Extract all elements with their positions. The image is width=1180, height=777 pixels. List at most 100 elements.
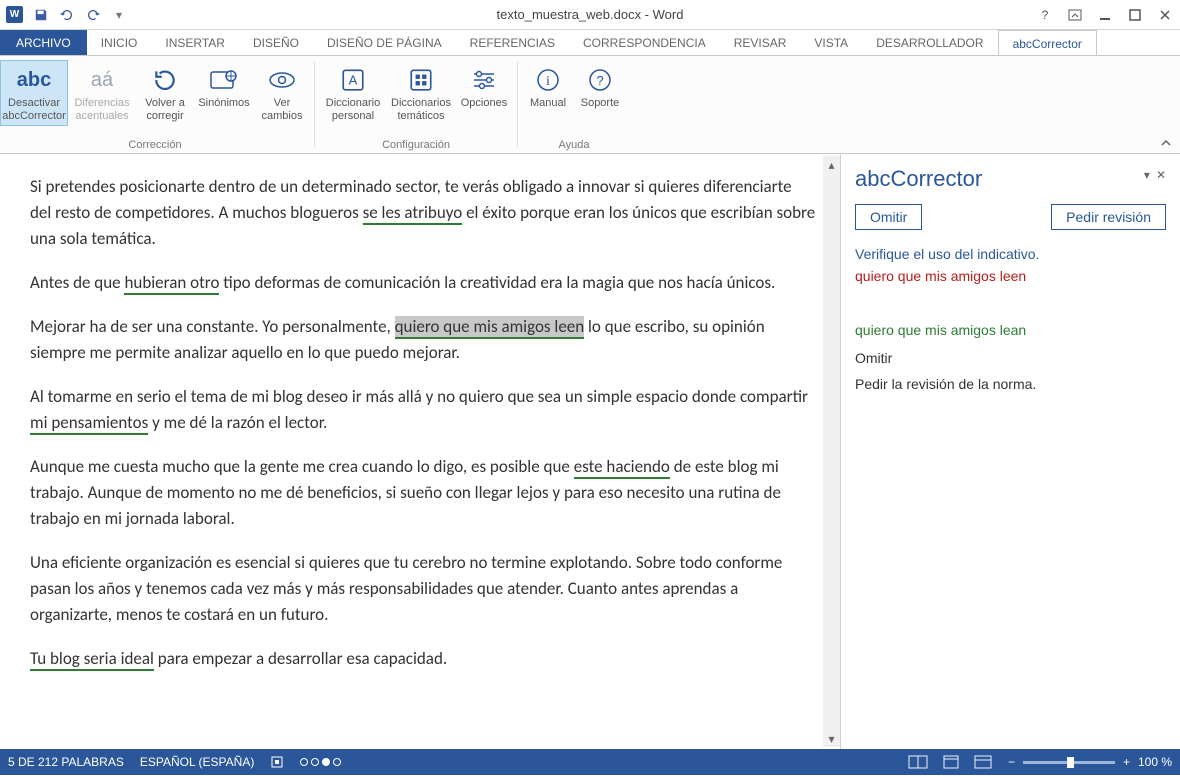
refresh-icon xyxy=(152,63,178,97)
word-app-icon: W xyxy=(6,6,23,23)
ribbon: abc Desactivar abcCorrector aá Diferenci… xyxy=(0,55,1180,154)
tab-abccorrector[interactable]: abcCorrector xyxy=(998,30,1097,56)
language-status[interactable]: ESPAÑOL (ESPAÑA) xyxy=(140,755,254,769)
svg-text:A: A xyxy=(349,72,358,87)
error-4[interactable]: mi pensamientos xyxy=(30,412,148,435)
window-title: texto_muestra_web.docx - Word xyxy=(0,7,1180,22)
abc-icon: abc xyxy=(17,63,51,97)
book-a-icon: A xyxy=(340,63,366,97)
rule-review-option[interactable]: Pedir la revisión de la norma. xyxy=(855,376,1166,392)
group-label-correccion: Corrección xyxy=(128,139,181,153)
page-dots[interactable] xyxy=(300,758,341,766)
document-pane[interactable]: Si pretendes posicionarte dentro de un d… xyxy=(0,154,840,749)
tab-diseno-pagina[interactable]: DISEÑO DE PÁGINA xyxy=(313,30,456,55)
omit-button[interactable]: Omitir xyxy=(855,204,922,230)
ribbon-dicc-tematicos[interactable]: Diccionarios temáticos xyxy=(387,60,455,126)
para-7[interactable]: Tu blog seria ideal para empezar a desar… xyxy=(30,646,816,672)
print-layout-icon[interactable] xyxy=(942,755,960,769)
titlebar: W ▾ texto_muestra_web.docx - Word ? xyxy=(0,0,1180,30)
pane-close-icon[interactable]: ✕ xyxy=(1156,168,1166,182)
minimize-icon[interactable] xyxy=(1096,6,1114,24)
error-1[interactable]: se les atribuyo xyxy=(363,202,463,225)
status-bar: 5 DE 212 PALABRAS ESPAÑOL (ESPAÑA) − + 1… xyxy=(0,749,1180,775)
redo-icon[interactable] xyxy=(85,7,101,23)
group-label-ayuda: Ayuda xyxy=(559,139,590,153)
ribbon-sinonimos[interactable]: Sinónimos xyxy=(194,60,254,126)
tab-referencias[interactable]: REFERENCIAS xyxy=(456,30,569,55)
sliders-icon xyxy=(471,63,497,97)
qat-customize-icon[interactable]: ▾ xyxy=(111,7,127,23)
scroll-down-icon[interactable]: ▾ xyxy=(823,730,840,747)
tab-diseno[interactable]: DISEÑO xyxy=(239,30,313,55)
accent-diff-icon: aá xyxy=(91,63,113,97)
pane-title: abcCorrector xyxy=(855,166,1166,192)
tab-insertar[interactable]: INSERTAR xyxy=(151,30,239,55)
request-review-button[interactable]: Pedir revisión xyxy=(1051,204,1166,230)
ribbon-volver[interactable]: Volver a corregir xyxy=(136,60,194,126)
window-controls: ? xyxy=(1036,0,1174,29)
ribbon-dicc-personal[interactable]: A Diccionario personal xyxy=(319,60,387,126)
ribbon-tabs: ARCHIVO INICIO INSERTAR DISEÑO DISEÑO DE… xyxy=(0,30,1180,55)
verify-message: Verifique el uso del indicativo. xyxy=(855,246,1166,262)
view-switcher xyxy=(908,755,992,769)
para-2[interactable]: Antes de que hubieran otro tipo deformas… xyxy=(30,270,816,296)
para-6[interactable]: Una eficiente organización es esencial s… xyxy=(30,550,816,628)
error-3-selected[interactable]: quiero que mis amigos leen xyxy=(395,316,585,339)
close-icon[interactable] xyxy=(1156,6,1174,24)
tab-correspondencia[interactable]: CORRESPONDENCIA xyxy=(569,30,720,55)
scroll-up-icon[interactable]: ▴ xyxy=(823,156,840,173)
error-5[interactable]: este haciendo xyxy=(574,456,670,479)
error-7[interactable]: Tu blog seria ideal xyxy=(30,648,154,671)
ribbon-separator xyxy=(517,62,518,147)
ribbon-group-ayuda: i Manual ? Soporte Ayuda xyxy=(522,56,626,153)
ribbon-group-correccion: abc Desactivar abcCorrector aá Diferenci… xyxy=(0,56,310,153)
save-icon[interactable] xyxy=(33,7,49,23)
zoom-value[interactable]: 100 % xyxy=(1138,755,1172,769)
help-icon: ? xyxy=(588,63,612,97)
para-5[interactable]: Aunque me cuesta mucho que la gente me c… xyxy=(30,454,816,532)
read-mode-icon[interactable] xyxy=(908,755,928,769)
svg-text:i: i xyxy=(546,74,550,89)
omit-option[interactable]: Omitir xyxy=(855,350,1166,366)
quick-access-toolbar: ▾ xyxy=(33,7,127,23)
zoom-thumb[interactable] xyxy=(1067,757,1074,768)
macro-recorder-icon[interactable] xyxy=(270,755,284,769)
maximize-icon[interactable] xyxy=(1126,6,1144,24)
svg-text:?: ? xyxy=(596,73,603,88)
ribbon-opciones[interactable]: Opciones xyxy=(455,60,513,126)
tab-inicio[interactable]: INICIO xyxy=(87,30,152,55)
para-3[interactable]: Mejorar ha de ser una constante. Yo pers… xyxy=(30,314,816,366)
suggestion-option[interactable]: quiero que mis amigos lean xyxy=(855,322,1166,338)
vertical-scrollbar[interactable]: ▴ ▾ xyxy=(823,156,840,747)
help-icon[interactable]: ? xyxy=(1036,6,1054,24)
ribbon-cambios[interactable]: Ver cambios xyxy=(254,60,310,126)
collapse-ribbon-icon[interactable] xyxy=(1160,137,1172,149)
para-1[interactable]: Si pretendes posicionarte dentro de un d… xyxy=(30,174,816,252)
ribbon-group-configuracion: A Diccionario personal Diccionarios temá… xyxy=(319,56,513,153)
pane-menu-icon[interactable]: ▾ xyxy=(1144,168,1150,182)
tab-vista[interactable]: VISTA xyxy=(800,30,862,55)
word-count[interactable]: 5 DE 212 PALABRAS xyxy=(8,755,124,769)
ribbon-display-icon[interactable] xyxy=(1066,6,1084,24)
book-grid-icon xyxy=(408,63,434,97)
group-label-configuracion: Configuración xyxy=(382,139,450,153)
tab-archivo[interactable]: ARCHIVO xyxy=(0,30,87,55)
zoom-control: − + 100 % xyxy=(1008,755,1172,769)
ribbon-separator xyxy=(314,62,315,147)
tab-revisar[interactable]: REVISAR xyxy=(720,30,801,55)
ribbon-soporte[interactable]: ? Soporte xyxy=(574,60,626,126)
tab-desarrollador[interactable]: DESARROLLADOR xyxy=(862,30,997,55)
zoom-slider[interactable] xyxy=(1023,761,1115,764)
workspace: Si pretendes posicionarte dentro de un d… xyxy=(0,154,1180,749)
zoom-in-icon[interactable]: + xyxy=(1123,755,1130,769)
undo-icon[interactable] xyxy=(59,7,75,23)
ribbon-manual[interactable]: i Manual xyxy=(522,60,574,126)
zoom-out-icon[interactable]: − xyxy=(1008,755,1015,769)
abccorrector-pane: abcCorrector ▾ ✕ Omitir Pedir revisión V… xyxy=(840,154,1180,749)
document-body[interactable]: Si pretendes posicionarte dentro de un d… xyxy=(0,154,840,710)
error-2[interactable]: hubieran otro xyxy=(124,272,219,295)
para-4[interactable]: Al tomarme en serio el tema de mi blog d… xyxy=(30,384,816,436)
ribbon-desactivar[interactable]: abc Desactivar abcCorrector xyxy=(0,60,68,126)
web-layout-icon[interactable] xyxy=(974,755,992,769)
ribbon-diferencias[interactable]: aá Diferencias acentuales xyxy=(68,60,136,126)
